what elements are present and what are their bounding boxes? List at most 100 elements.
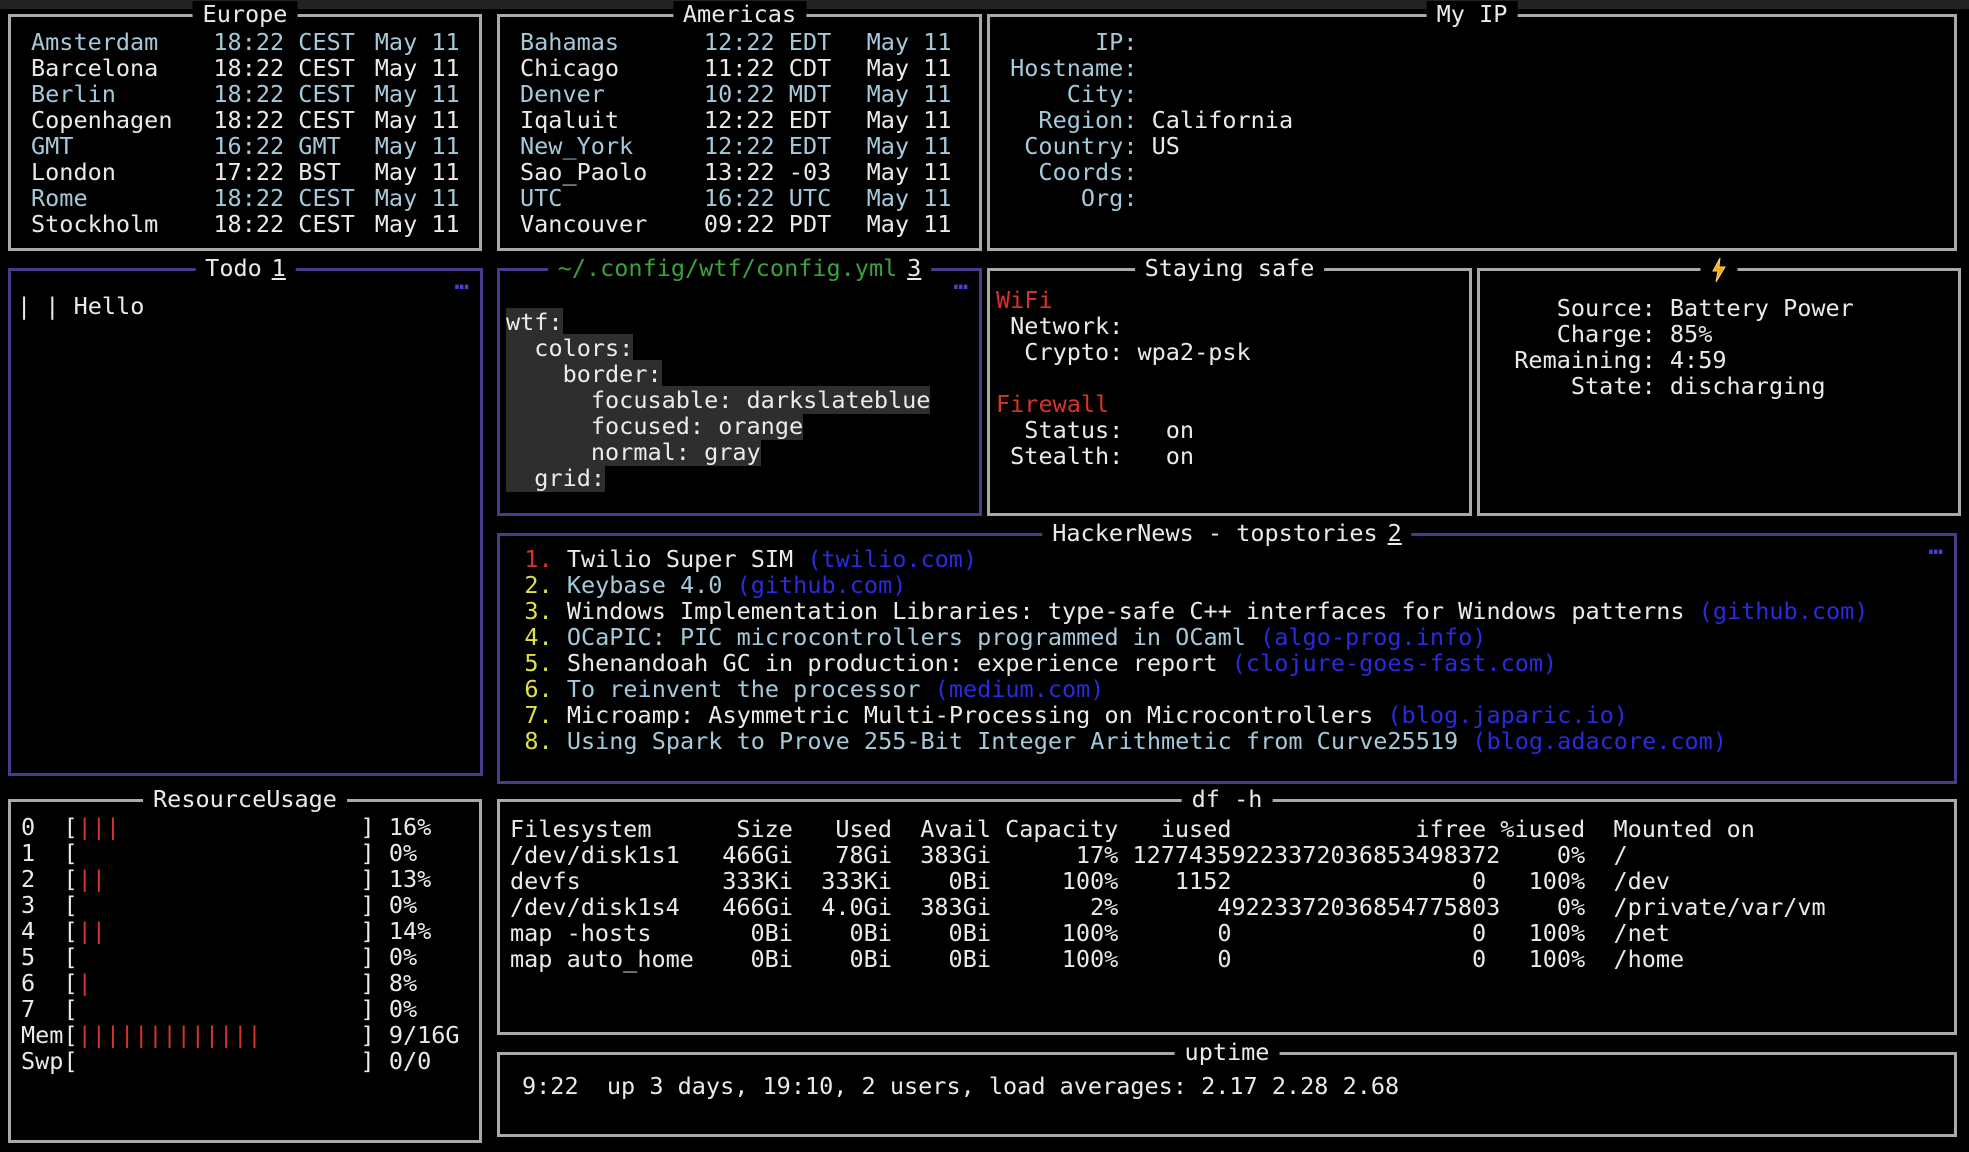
df-cell: / [1613,842,1627,868]
gauge-label: 6 [21,970,63,996]
clock-date-value: May 11 [375,29,473,55]
hackernews-item[interactable]: 7.Microamp: Asymmetric Multi-Processing … [506,702,1948,728]
hn-story-link[interactable]: (algo-prog.info) [1260,624,1486,650]
clock-time-value: 18:22 CEST [213,29,374,55]
clock-date-value: May 11 [867,185,966,211]
hn-story-title: OCaPIC: PIC microcontrollers programmed … [567,624,1246,650]
lightning-bolt-icon [1711,258,1728,282]
todo-item[interactable]: | | Hello [17,293,474,319]
todo-checkbox[interactable]: | | [17,292,59,320]
panel-title: Staying safe [1135,255,1325,281]
ip-field-row: City: [996,81,1948,107]
more-indicator-icon[interactable]: … [1929,536,1942,556]
field-label: City: [996,81,1137,107]
clock-date-value: May 11 [375,185,473,211]
config-line: grid: [506,465,973,491]
df-cell: 0 [1118,920,1231,946]
americas-title: Americas [683,0,796,28]
gauge-open-bracket: [ [63,996,77,1022]
config-yaml-content: wtf: colors: border: focusable: darkslat… [506,309,973,491]
clock-date-value: May 11 [375,211,473,237]
df-row: /dev/disk1s1466Gi78Gi383Gi17%12774359223… [506,842,1948,868]
todo-title: Todo [205,254,262,282]
clock-row: Chicago11:22 CDTMay 11 [506,55,973,81]
hn-story-link[interactable]: (github.com) [737,572,907,598]
hackernews-item[interactable]: 1.Twilio Super SIM(twilio.com) [506,546,1948,572]
hn-story-link[interactable]: (blog.japaric.io) [1387,702,1628,728]
clock-city-label: Stockholm [31,211,213,237]
df-header-cell: Capacity [991,816,1118,842]
df-cell: map -hosts [510,920,708,946]
gauge-bar [78,840,361,866]
hackernews-item[interactable]: 2.Keybase 4.0(github.com) [506,572,1948,598]
hackernews-item[interactable]: 5.Shenandoah GC in production: experienc… [506,650,1948,676]
gauge-label: Swp [21,1048,63,1074]
todo-panel: Todo1 … | | Hello [8,268,483,776]
clock-time-value: 13:22 -03 [704,159,867,185]
gauge-open-bracket: [ [63,1048,77,1074]
df-cell: 100% [991,946,1118,972]
df-cell: 0% [1486,894,1585,920]
gauge-value: 9/16G [389,1022,460,1048]
df-cell: 383Gi [892,842,991,868]
hackernews-item[interactable]: 4.OCaPIC: PIC microcontrollers programme… [506,624,1948,650]
battery-field-value: 4:59 [1670,347,1727,373]
hackernews-item[interactable]: 6.To reinvent the processor(medium.com) [506,676,1948,702]
gauge-value: 0% [389,944,417,970]
hn-story-link[interactable]: (blog.adacore.com) [1472,728,1727,754]
resource-gauge-row: 4[||]14% [17,918,473,944]
gauge-close-bracket: ] [361,814,375,840]
clock-row: UTC16:22 UTCMay 11 [506,185,973,211]
config-line: focused: orange [506,413,973,439]
clock-city-label: Berlin [31,81,213,107]
clock-city-label: Denver [520,81,704,107]
hn-story-link[interactable]: (medium.com) [935,676,1105,702]
clock-row: New_York12:22 EDTMay 11 [506,133,973,159]
df-row: map -hosts0Bi0Bi0Bi100%00100%/net [506,920,1948,946]
clock-time-value: 18:22 CEST [213,107,374,133]
more-indicator-icon[interactable]: … [954,271,967,291]
hn-story-link[interactable]: (clojure-goes-fast.com) [1232,650,1557,676]
config-line: wtf: [506,309,973,335]
todo-item-label: Hello [74,292,145,320]
gauge-value: 13% [389,866,431,892]
resource-gauge-list: 0[|||]16%1[]0%2[||]13%3[]0%4[||]14%5[]0%… [17,814,473,1074]
hn-story-link[interactable]: (github.com) [1699,598,1869,624]
security-panel: Staying safe WiFi Network: Crypto: wpa2-… [987,268,1472,516]
panel-title: HackerNews - topstories2 [1042,520,1411,546]
hn-story-title: Using Spark to Prove 255-Bit Integer Ari… [567,728,1458,754]
hn-rank: 1. [524,546,552,572]
hn-rank: 8. [524,728,552,754]
clock-city-label: Iqaluit [520,107,704,133]
security-line: Network: [996,313,1463,339]
hn-rank: 6. [524,676,552,702]
resource-gauge-row: 2[||]13% [17,866,473,892]
df-cell: /net [1613,920,1670,946]
more-indicator-icon[interactable]: … [455,271,468,291]
clock-row: GMT16:22 GMTMay 11 [17,133,473,159]
df-cell: /home [1613,946,1684,972]
df-cell: 383Gi [892,894,991,920]
hackernews-item[interactable]: 8. Using Spark to Prove 255-Bit Integer A… [506,728,1948,754]
field-label: Coords: [996,159,1137,185]
df-cell: 1152 [1118,868,1231,894]
clock-city-label: Vancouver [520,211,704,237]
clock-time-value: 12:22 EDT [704,133,867,159]
df-cell: 0Bi [708,920,793,946]
battery-field-row: Source:Battery Power [1486,295,1952,321]
df-cell: 0 [1232,868,1487,894]
hn-story-link[interactable]: (twilio.com) [807,546,977,572]
clock-row: Amsterdam18:22 CESTMay 11 [17,29,473,55]
gauge-value: 0% [389,840,417,866]
resource-usage-title: ResourceUsage [153,785,337,813]
field-value: US [1152,133,1180,159]
config-line: colors: [506,335,973,361]
hackernews-item[interactable]: 3.Windows Implementation Libraries: type… [506,598,1948,624]
clock-city-label: Copenhagen [31,107,213,133]
uptime-panel: uptime 9:22 up 3 days, 19:10, 2 users, l… [497,1052,1957,1137]
clock-date-value: May 11 [867,211,966,237]
security-line: WiFi [996,287,1463,313]
clock-city-label: Chicago [520,55,704,81]
gauge-value: 0% [389,892,417,918]
gauge-label: 0 [21,814,63,840]
